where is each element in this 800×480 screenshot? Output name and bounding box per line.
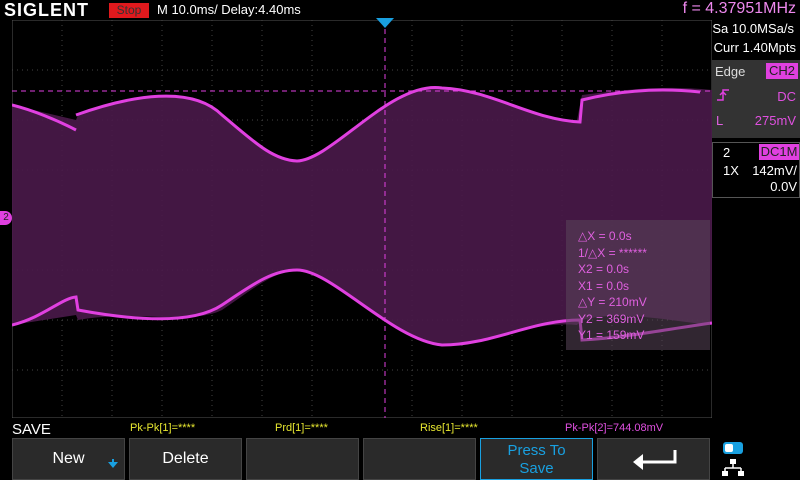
vertical-offset: 0.0V bbox=[770, 179, 797, 194]
memory-depth: Curr 1.40Mpts bbox=[713, 40, 796, 55]
cursor-delta-y: △Y = 210mV bbox=[578, 295, 647, 309]
frequency-counter: f = 4.37951MHz bbox=[682, 0, 796, 17]
vertical-scale: 142mV/ bbox=[752, 163, 797, 178]
sample-rate: Sa 10.0MSa/s bbox=[712, 21, 794, 36]
network-icon bbox=[722, 459, 744, 476]
channel-2-offset-marker[interactable]: 2 bbox=[0, 211, 12, 225]
empty-softkey-3[interactable] bbox=[246, 438, 359, 480]
cursor-readout-panel: △X = 0.0s 1/△X = ****** X2 = 0.0s X1 = 0… bbox=[566, 220, 710, 350]
trigger-level-label: L bbox=[716, 113, 724, 128]
brand-logo: SIGLENT bbox=[4, 0, 90, 20]
arrow-down-icon bbox=[108, 459, 118, 468]
return-button[interactable] bbox=[597, 438, 710, 480]
cursor-y1: Y1 = 159mV bbox=[578, 328, 645, 342]
cursor-x2: X2 = 0.0s bbox=[578, 262, 630, 276]
trigger-source: CH2 bbox=[766, 63, 798, 79]
new-button[interactable]: New bbox=[12, 438, 125, 480]
trigger-position-marker[interactable] bbox=[376, 18, 394, 30]
rising-edge-icon bbox=[717, 89, 729, 101]
empty-softkey-4[interactable] bbox=[363, 438, 476, 480]
usb-toggle-icon bbox=[723, 442, 743, 454]
measurement-rise-1: Rise[1]=**** bbox=[420, 422, 478, 434]
channel-number: 2 bbox=[723, 145, 731, 160]
return-arrow-icon bbox=[633, 450, 677, 470]
delete-button-label: Delete bbox=[162, 450, 209, 467]
cursor-x1: X1 = 0.0s bbox=[578, 278, 630, 293]
cursor-delta-x: △X = 0.0s bbox=[578, 229, 632, 243]
probe-attenuation: 1X bbox=[723, 163, 739, 178]
run-stop-indicator[interactable]: Stop bbox=[109, 3, 149, 18]
trigger-level: 275mV bbox=[754, 113, 796, 128]
trigger-panel[interactable]: Edge CH2 DC L 275mV bbox=[712, 60, 800, 138]
delete-button[interactable]: Delete bbox=[129, 438, 242, 480]
channel-coupling: DC1M bbox=[759, 144, 799, 160]
trigger-type: Edge bbox=[715, 64, 746, 79]
cursor-inverse-delta-x: 1/△X = ****** bbox=[578, 245, 647, 260]
measurement-bar: Pk-Pk[1]=**** Prd[1]=**** Rise[1]=**** P… bbox=[0, 420, 800, 438]
timebase-readout[interactable]: M 10.0ms/ Delay:4.40ms bbox=[157, 2, 301, 17]
cursor-y2: Y2 = 369mV bbox=[578, 311, 645, 326]
channel-2-panel[interactable]: 2 DC1M 1X 142mV/ 0.0V bbox=[712, 142, 800, 198]
measurement-period-1: Prd[1]=**** bbox=[275, 422, 328, 434]
trigger-coupling: DC bbox=[777, 89, 796, 104]
new-button-label: New bbox=[52, 450, 85, 467]
press-to-save-button[interactable]: Press To Save bbox=[480, 438, 593, 480]
waveform-display[interactable] bbox=[12, 20, 712, 418]
measurement-pk-pk-1: Pk-Pk[1]=**** bbox=[130, 422, 196, 434]
measurement-pk-pk-2: Pk-Pk[2]=744.08mV bbox=[565, 422, 664, 434]
